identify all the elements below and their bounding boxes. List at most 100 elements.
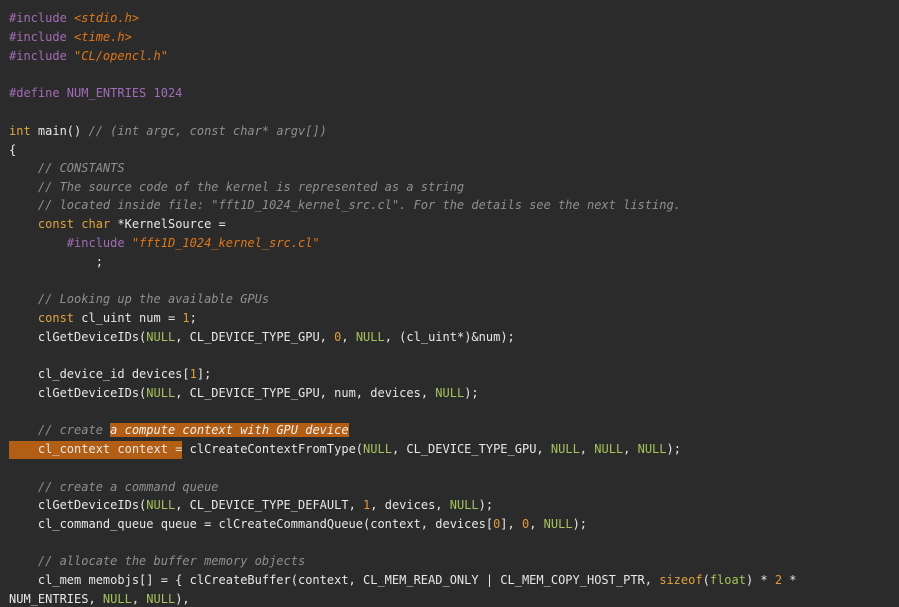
code-token: NULL xyxy=(102,592,132,606)
code-token: 1 xyxy=(189,367,197,381)
code-token: ), xyxy=(175,592,190,606)
code-token: cl_mem memobjs[] = { clCreateBuffer(cont… xyxy=(9,573,660,587)
code-token: // create xyxy=(9,423,111,437)
code-line: cl_command_queue queue = clCreateCommand… xyxy=(9,515,587,534)
code-token: <time.h> xyxy=(74,30,132,44)
code-token: ; xyxy=(189,311,197,325)
code-line: { xyxy=(9,141,16,160)
code-token: NULL xyxy=(594,442,624,456)
code-token: // allocate the buffer memory objects xyxy=(9,554,306,568)
code-line: #include <stdio.h> xyxy=(9,9,139,28)
code-token: cl_uint num = xyxy=(74,311,183,325)
code-token: #include xyxy=(9,49,75,63)
code-token: , CL_DEVICE_TYPE_GPU, xyxy=(391,442,551,456)
code-token: char xyxy=(81,217,111,231)
code-token: int xyxy=(9,124,31,138)
code-token: #include xyxy=(9,236,132,250)
code-token: { xyxy=(9,143,17,157)
code-token: // located inside file: "fft1D_1024_kern… xyxy=(9,198,681,212)
code-token: , CL_DEVICE_TYPE_GPU, num, devices, xyxy=(175,386,436,400)
code-line: #include "fft1D_1024_kernel_src.cl" xyxy=(9,234,320,253)
code-token: NULL xyxy=(355,330,385,344)
code-token: ( xyxy=(702,573,710,587)
code-token: clGetDeviceIDs( xyxy=(9,386,147,400)
code-token: , xyxy=(341,330,356,344)
code-token: NUM_ENTRIES, xyxy=(9,592,103,606)
code-token: // Looking up the available GPUs xyxy=(9,292,270,306)
code-token: // CONSTANTS xyxy=(9,161,125,175)
code-line: const char *KernelSource = xyxy=(9,215,226,234)
code-token: , CL_DEVICE_TYPE_GPU, xyxy=(175,330,335,344)
code-token: 2 xyxy=(774,573,783,587)
code-line: // allocate the buffer memory objects xyxy=(9,552,305,571)
code-token: , xyxy=(131,592,147,606)
code-token: NULL xyxy=(435,386,465,400)
code-token: #include xyxy=(9,30,75,44)
code-line: // located inside file: "fft1D_1024_kern… xyxy=(9,196,681,215)
code-token: "fft1D_1024_kernel_src.cl" xyxy=(131,236,320,250)
code-line: clGetDeviceIDs(NULL, CL_DEVICE_TYPE_GPU,… xyxy=(9,384,479,403)
code-token: = clCreateContextFromType( xyxy=(167,442,364,456)
code-line: const cl_uint num = 1; xyxy=(9,309,197,328)
code-line: #define NUM_ENTRIES 1024 xyxy=(9,84,182,103)
code-token: #define NUM_ENTRIES 1024 xyxy=(9,86,183,100)
code-token: , (cl_uint*)&num); xyxy=(384,330,515,344)
code-token: // The source code of the kernel is repr… xyxy=(9,180,465,194)
code-token: * xyxy=(782,573,797,587)
code-line: // create a compute context with GPU dev… xyxy=(9,421,349,440)
code-token: #include xyxy=(9,11,75,25)
code-token: ); xyxy=(478,498,494,512)
code-line: #include "CL/opencl.h" xyxy=(9,47,168,66)
code-line: // create a command queue xyxy=(9,478,219,497)
code-token: NULL xyxy=(146,386,176,400)
code-token: "CL/opencl.h" xyxy=(74,49,168,63)
code-token: cl_device_id devices[ xyxy=(9,367,190,381)
code-token: clGetDeviceIDs( xyxy=(9,498,147,512)
code-token: // (int argc, const char* argv[]) xyxy=(88,124,327,138)
code-line: clGetDeviceIDs(NULL, CL_DEVICE_TYPE_DEFA… xyxy=(9,496,493,515)
code-line: cl_context context = clCreateContextFrom… xyxy=(9,440,681,459)
code-editor[interactable]: #include <stdio.h> #include <time.h> #in… xyxy=(0,0,899,607)
code-line: // Looking up the available GPUs xyxy=(9,290,269,309)
code-token: NULL xyxy=(550,442,580,456)
code-token: NULL xyxy=(146,498,176,512)
code-token: NULL xyxy=(449,498,479,512)
code-token: 1 xyxy=(182,311,190,325)
code-token: NULL xyxy=(543,517,573,531)
code-token: ; xyxy=(9,255,103,269)
code-token: NULL xyxy=(637,442,667,456)
code-token: main() xyxy=(30,124,89,138)
code-token: ); xyxy=(572,517,588,531)
code-token: NULL xyxy=(363,442,392,456)
code-token: const xyxy=(37,311,75,325)
code-token: const xyxy=(37,217,75,231)
code-token: , xyxy=(579,442,595,456)
code-token: // create a command queue xyxy=(9,480,219,494)
text-selection: a compute context with GPU device xyxy=(110,423,349,437)
code-token: <stdio.h> xyxy=(74,11,140,25)
code-line: ; xyxy=(9,253,103,272)
code-line: // The source code of the kernel is repr… xyxy=(9,178,464,197)
code-line: cl_mem memobjs[] = { clCreateBuffer(cont… xyxy=(9,571,797,590)
code-token: ) * xyxy=(745,573,775,587)
code-token: ); xyxy=(464,386,479,400)
code-token: sizeof xyxy=(659,573,703,587)
code-line: // CONSTANTS xyxy=(9,159,125,178)
code-token: , xyxy=(529,517,544,531)
code-token: clGetDeviceIDs( xyxy=(9,330,147,344)
code-token: , CL_DEVICE_TYPE_DEFAULT, xyxy=(175,498,364,512)
code-token: cl_context context xyxy=(9,442,168,456)
code-line: clGetDeviceIDs( NULL , CL_DEVICE_TYPE_GPU,… xyxy=(9,328,515,347)
code-token: ], xyxy=(500,517,522,531)
code-line: int main() // (int argc, const char* arg… xyxy=(9,122,327,141)
code-token: NULL xyxy=(146,592,176,606)
code-line: #include <time.h> xyxy=(9,28,132,47)
code-token: cl_command_queue queue = clCreateCommand… xyxy=(9,517,494,531)
code-token: float xyxy=(709,573,746,587)
code-token: ]; xyxy=(196,367,212,381)
code-line: NUM_ENTRIES, NULL, NULL), xyxy=(9,590,190,607)
code-token: , devices, xyxy=(370,498,450,512)
code-line: cl_device_id devices[1]; xyxy=(9,365,211,384)
